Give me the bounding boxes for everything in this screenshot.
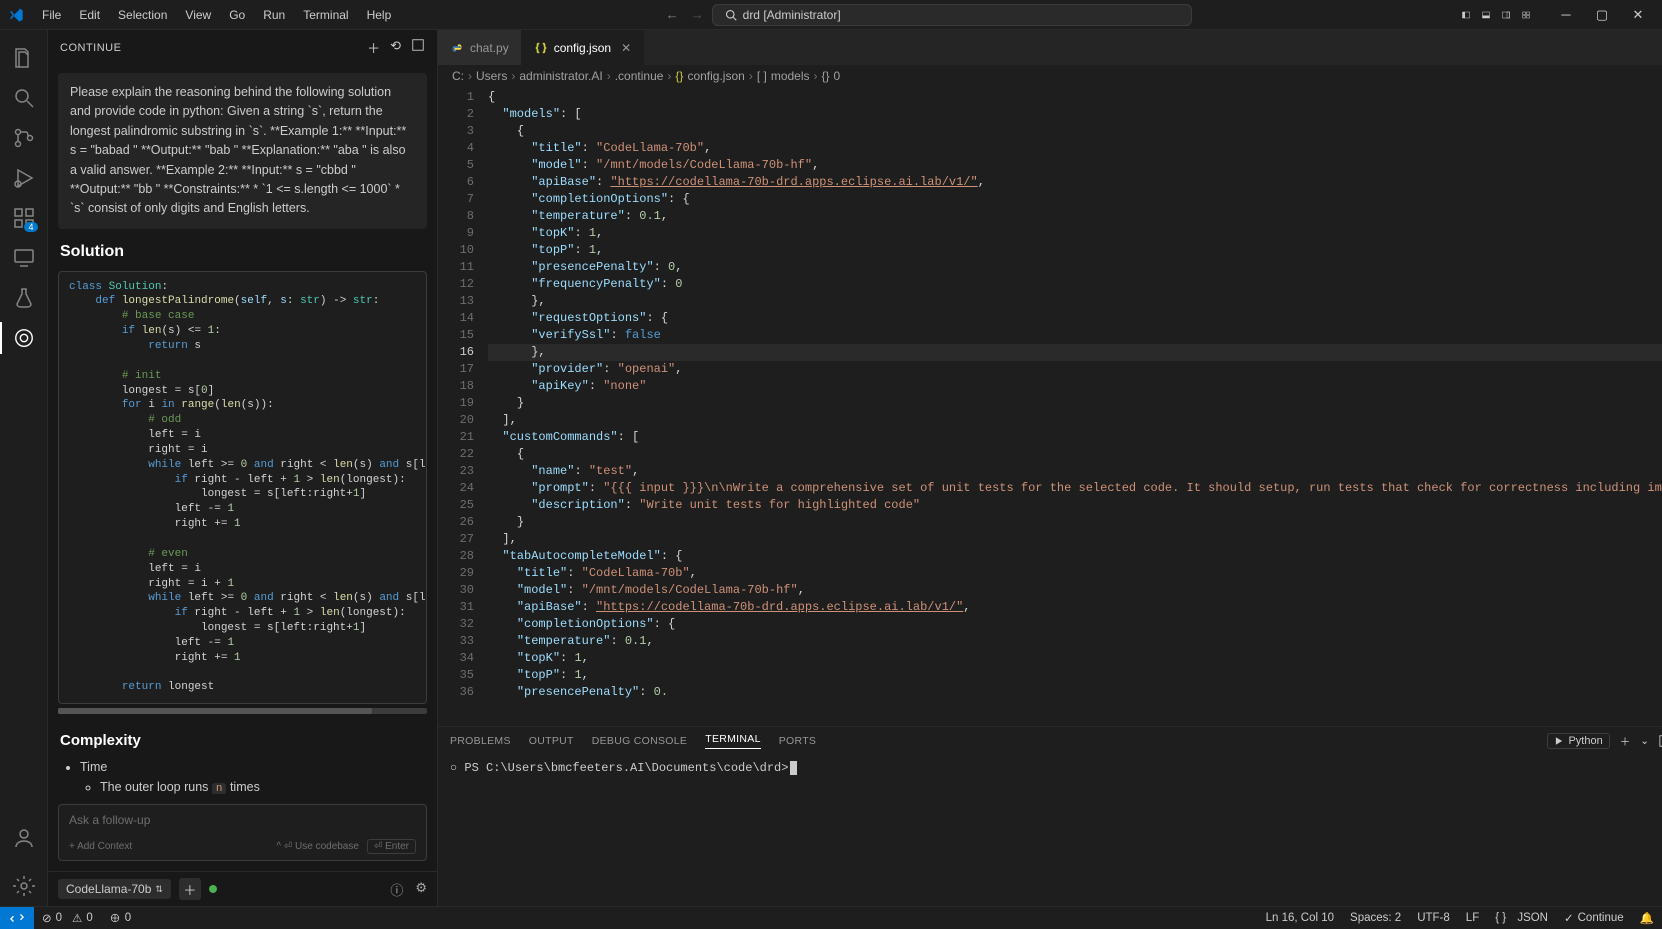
activity-accounts[interactable] — [0, 818, 48, 858]
editor-tabs: chat.py config.json ✕ ⋯ — [438, 30, 1662, 65]
code-scrollbar[interactable] — [58, 708, 427, 714]
layout-toggle-bottom-icon[interactable] — [1478, 7, 1494, 23]
terminal-content[interactable]: ○ PS C:\Users\bmcfeeters.AI\Documents\co… — [438, 755, 1662, 906]
history-icon[interactable]: ⟲ — [390, 38, 401, 57]
panel-tab-terminal[interactable]: TERMINAL — [705, 733, 761, 749]
solution-code-block: class Solution: def longestPalindrome(se… — [58, 271, 427, 705]
complexity-heading: Complexity — [60, 732, 425, 749]
extensions-badge: 4 — [24, 222, 37, 232]
search-text: drd [Administrator] — [743, 8, 841, 22]
bottom-panel: PROBLEMS OUTPUT DEBUG CONSOLE TERMINAL P… — [438, 726, 1662, 906]
panel-tabs: PROBLEMS OUTPUT DEBUG CONSOLE TERMINAL P… — [438, 727, 1662, 755]
status-language[interactable]: { } JSON — [1487, 912, 1556, 924]
titlebar-center: ← → drd [Administrator] — [399, 4, 1458, 26]
window-close[interactable]: ✕ — [1622, 1, 1654, 29]
breadcrumb[interactable]: C:› Users› administrator.AI› .continue› … — [438, 65, 1662, 87]
activity-search[interactable] — [0, 78, 48, 118]
window-minimize[interactable]: ─ — [1550, 1, 1582, 29]
menu-terminal[interactable]: Terminal — [295, 4, 356, 26]
status-continue[interactable]: ✓Continue — [1556, 911, 1632, 925]
user-prompt-box: Please explain the reasoning behind the … — [58, 73, 427, 229]
terminal-profile-selector[interactable]: Python — [1547, 733, 1609, 749]
new-terminal-icon[interactable]: ＋ — [1620, 734, 1631, 749]
model-selector[interactable]: CodeLlama-70b⇅ — [58, 879, 171, 899]
panel-tab-ports[interactable]: PORTS — [779, 735, 816, 747]
help-icon[interactable]: ⓘ — [390, 880, 403, 899]
editor-area: chat.py config.json ✕ ⋯ C:› Users› admin… — [438, 30, 1662, 906]
activity-settings[interactable] — [0, 866, 48, 906]
model-bar: CodeLlama-70b⇅ ＋ ⓘ ⚙ — [48, 871, 437, 906]
line-number-gutter: 1234567891011121314151617181920212223242… — [438, 87, 488, 726]
add-context-button[interactable]: + Add Context — [69, 841, 132, 852]
terminal-prompt: PS C:\Users\bmcfeeters.AI\Documents\code… — [464, 761, 788, 775]
chevron-updown-icon: ⇅ — [155, 884, 163, 895]
new-chat-icon[interactable]: ＋ — [367, 38, 380, 57]
remote-connect-button[interactable] — [0, 907, 34, 929]
nav-forward-icon[interactable]: → — [691, 7, 704, 22]
menu-file[interactable]: File — [34, 4, 69, 26]
sidebar-more-icon[interactable] — [411, 38, 425, 57]
editor-body[interactable]: 1234567891011121314151617181920212223242… — [438, 87, 1662, 726]
complexity-list: Time The outer loop runs n times The inn… — [58, 757, 427, 794]
layout-toggle-left-icon[interactable] — [1458, 7, 1474, 23]
menu-selection[interactable]: Selection — [110, 4, 175, 26]
model-settings-icon[interactable]: ⚙ — [415, 880, 427, 899]
layout-toggle-right-icon[interactable] — [1498, 7, 1514, 23]
followup-placeholder[interactable]: Ask a follow-up — [59, 805, 426, 835]
activity-extensions[interactable]: 4 — [0, 198, 48, 238]
titlebar-left: File Edit Selection View Go Run Terminal… — [0, 4, 399, 26]
status-ports[interactable]: 0 — [101, 912, 139, 924]
status-notifications-icon[interactable]: 🔔 — [1632, 911, 1662, 925]
menu-run[interactable]: Run — [255, 4, 293, 26]
terminal-cursor — [790, 761, 797, 775]
activity-testing[interactable] — [0, 278, 48, 318]
terminal-dropdown-icon[interactable]: ⌄ — [1640, 735, 1649, 747]
tab-config-json[interactable]: config.json ✕ — [522, 30, 644, 65]
menu-view[interactable]: View — [177, 4, 219, 26]
command-center-search[interactable]: drd [Administrator] — [712, 4, 1192, 26]
vscode-icon — [8, 7, 24, 23]
layout-customize-icon[interactable] — [1518, 7, 1534, 23]
activity-explorer[interactable] — [0, 38, 48, 78]
window-maximize[interactable]: ▢ — [1586, 1, 1618, 29]
titlebar-right: ─ ▢ ✕ — [1458, 1, 1662, 29]
solution-heading: Solution — [60, 243, 425, 261]
nav-back-icon[interactable]: ← — [666, 7, 679, 22]
close-tab-icon[interactable]: ✕ — [621, 41, 631, 55]
enter-button[interactable]: ⏎ Enter — [367, 839, 416, 854]
panel-tab-debug[interactable]: DEBUG CONSOLE — [592, 735, 688, 747]
activity-remote-explorer[interactable] — [0, 238, 48, 278]
activity-bar: 4 — [0, 30, 48, 906]
activity-continue[interactable] — [0, 318, 48, 358]
statusbar: ⊘0⚠0 0 Ln 16, Col 10 Spaces: 2 UTF-8 LF … — [0, 906, 1662, 928]
continue-sidebar: CONTINUE ＋ ⟲ Please explain the reasonin… — [48, 30, 438, 906]
terminal-prompt-symbol: ○ — [450, 761, 457, 775]
status-indent[interactable]: Spaces: 2 — [1342, 912, 1409, 924]
sidebar-title: CONTINUE — [60, 42, 121, 54]
debug-icon — [1554, 736, 1564, 746]
followup-input-box[interactable]: Ask a follow-up + Add Context ^ ⏎ Use co… — [58, 804, 427, 861]
model-status-indicator — [209, 885, 217, 893]
json-file-icon — [534, 41, 548, 55]
status-encoding[interactable]: UTF-8 — [1409, 912, 1458, 924]
titlebar: File Edit Selection View Go Run Terminal… — [0, 0, 1662, 30]
add-model-button[interactable]: ＋ — [179, 878, 201, 900]
search-icon — [725, 9, 737, 21]
status-errors[interactable]: ⊘0⚠0 — [34, 911, 101, 925]
panel-tab-output[interactable]: OUTPUT — [529, 735, 574, 747]
use-codebase-hint: ^ ⏎ Use codebase — [276, 841, 359, 852]
code-editor[interactable]: { "models": [ { "title": "CodeLlama-70b"… — [488, 87, 1662, 726]
menu-edit[interactable]: Edit — [71, 4, 108, 26]
status-eol[interactable]: LF — [1458, 912, 1487, 924]
menu-help[interactable]: Help — [359, 4, 400, 26]
status-cursor-pos[interactable]: Ln 16, Col 10 — [1258, 912, 1342, 924]
activity-debug[interactable] — [0, 158, 48, 198]
menu-go[interactable]: Go — [221, 4, 253, 26]
python-file-icon — [450, 41, 464, 55]
tab-chat-py[interactable]: chat.py — [438, 30, 522, 65]
activity-scm[interactable] — [0, 118, 48, 158]
panel-tab-problems[interactable]: PROBLEMS — [450, 735, 511, 747]
